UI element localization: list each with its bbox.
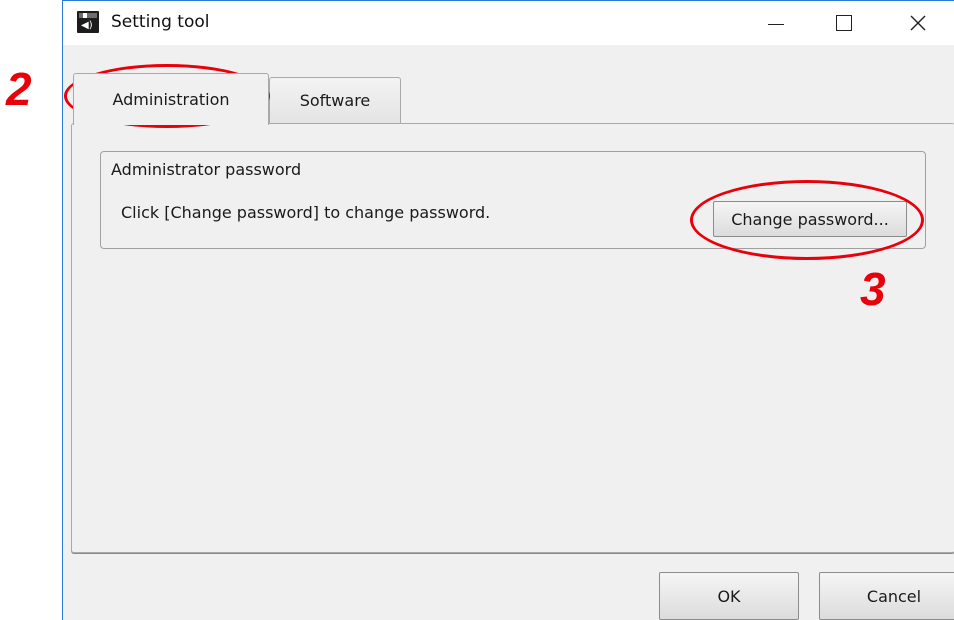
minimize-icon [768,23,784,25]
group-title: Administrator password [111,160,302,179]
step-3-marker: 3 [860,263,886,315]
cancel-button[interactable]: Cancel [819,572,954,620]
tab-administration[interactable]: Administration [73,73,269,125]
title-bar: ◀) Setting tool [63,1,954,45]
minimize-button[interactable] [747,1,805,45]
change-password-button[interactable]: Change password... [713,201,907,237]
step-2-marker: 2 [6,63,32,115]
ok-button[interactable]: OK [659,572,799,620]
tab-software[interactable]: Software [269,77,401,123]
administration-panel: Administrator password Click [Change pas… [71,123,954,553]
maximize-icon [836,15,852,31]
setting-tool-window: ◀) Setting tool Administration Software … [62,0,954,620]
close-icon [910,15,926,31]
close-button[interactable] [889,1,947,45]
maximize-button[interactable] [815,1,873,45]
app-icon: ◀) [77,11,99,33]
password-instruction: Click [Change password] to change passwo… [121,203,491,222]
window-title: Setting tool [111,12,210,32]
administrator-password-group: Administrator password Click [Change pas… [100,151,926,249]
